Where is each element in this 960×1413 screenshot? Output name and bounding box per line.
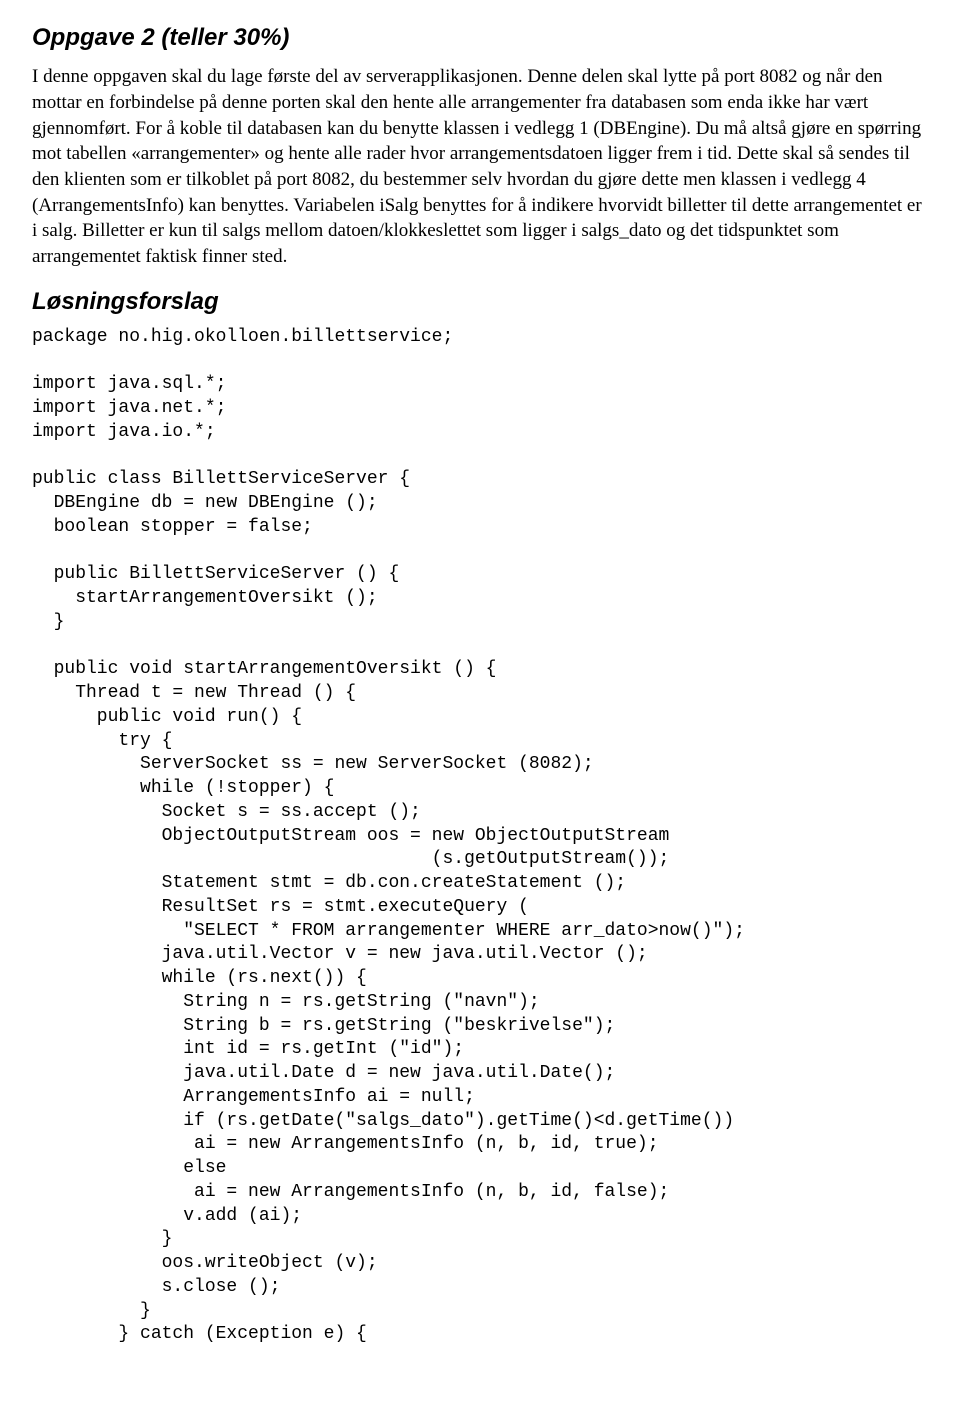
solution-title: Løsningsforslag [32, 286, 928, 318]
solution-code: package no.hig.okolloen.billettservice; … [32, 326, 928, 1347]
task-title: Oppgave 2 (teller 30%) [32, 22, 928, 54]
task-body: I denne oppgaven skal du lage første del… [32, 64, 928, 269]
